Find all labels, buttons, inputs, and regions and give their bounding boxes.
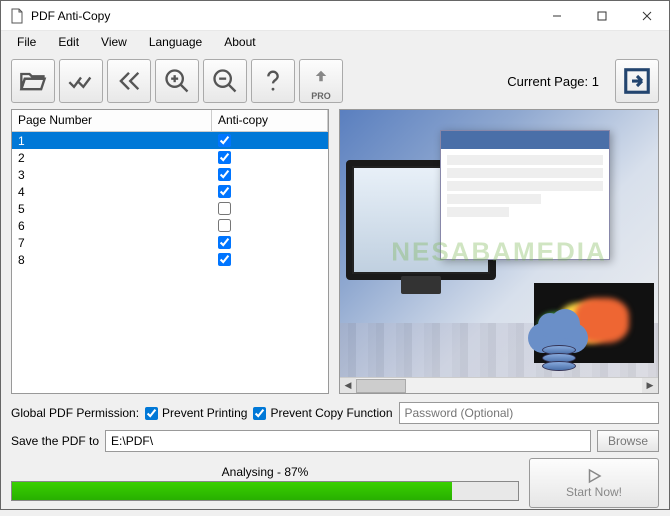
password-input[interactable] — [399, 402, 660, 424]
page-number-cell: 5 — [12, 202, 212, 216]
anticopy-checkbox[interactable] — [218, 202, 231, 215]
page-number-cell: 8 — [12, 253, 212, 267]
permission-label: Global PDF Permission: — [11, 406, 139, 420]
start-label: Start Now! — [566, 485, 622, 499]
arrow-up-icon — [309, 69, 333, 83]
zoom-in-button[interactable] — [155, 59, 199, 103]
progress-bar — [11, 481, 519, 501]
menu-about[interactable]: About — [214, 33, 265, 51]
anticopy-cell — [212, 253, 328, 266]
anticopy-cell — [212, 151, 328, 164]
table-row[interactable]: 7 — [12, 234, 328, 251]
prevent-printing-checkbox[interactable]: Prevent Printing — [145, 406, 247, 420]
title-bar: PDF Anti-Copy — [1, 1, 669, 31]
double-check-icon — [67, 67, 95, 95]
open-button[interactable] — [11, 59, 55, 103]
page-number-cell: 2 — [12, 151, 212, 165]
export-icon — [622, 66, 652, 96]
play-icon — [583, 467, 605, 485]
start-button[interactable]: Start Now! — [529, 458, 659, 508]
scroll-thumb[interactable] — [356, 379, 406, 393]
preview-window-graphic — [440, 130, 610, 260]
folder-open-icon — [19, 67, 47, 95]
help-button[interactable] — [251, 59, 295, 103]
anticopy-cell — [212, 202, 328, 215]
column-header-anticopy[interactable]: Anti-copy — [212, 110, 328, 131]
anticopy-checkbox[interactable] — [218, 151, 231, 164]
page-number-cell: 3 — [12, 168, 212, 182]
anticopy-cell — [212, 236, 328, 249]
page-number-cell: 4 — [12, 185, 212, 199]
page-table: Page Number Anti-copy 1 2 3 4 5 6 7 8 — [11, 109, 329, 394]
table-row[interactable]: 2 — [12, 149, 328, 166]
close-icon — [642, 11, 652, 21]
zoom-out-button[interactable] — [203, 59, 247, 103]
anticopy-checkbox[interactable] — [218, 219, 231, 232]
anticopy-cell — [212, 134, 328, 147]
browse-button[interactable]: Browse — [597, 430, 659, 452]
anticopy-checkbox[interactable] — [218, 168, 231, 181]
app-icon — [9, 8, 25, 24]
menu-edit[interactable]: Edit — [48, 33, 89, 51]
menu-bar: File Edit View Language About — [1, 31, 669, 53]
export-button[interactable] — [615, 59, 659, 103]
menu-language[interactable]: Language — [139, 33, 212, 51]
zoom-in-icon — [163, 67, 191, 95]
anticopy-checkbox[interactable] — [218, 134, 231, 147]
prevent-printing-label: Prevent Printing — [162, 406, 247, 420]
undo-button[interactable] — [107, 59, 151, 103]
save-path-label: Save the PDF to — [11, 434, 99, 448]
pro-label: PRO — [311, 91, 331, 101]
minimize-icon — [552, 11, 562, 21]
upgrade-pro-button[interactable]: PRO — [299, 59, 343, 103]
table-row[interactable]: 5 — [12, 200, 328, 217]
page-number-cell: 1 — [12, 134, 212, 148]
scroll-right-button[interactable]: ▶ — [642, 378, 658, 394]
scroll-left-button[interactable]: ◀ — [340, 378, 356, 394]
table-row[interactable]: 8 — [12, 251, 328, 268]
preview-pane: NESABAMEDIA ◀ ▶ — [339, 109, 659, 394]
check-all-button[interactable] — [59, 59, 103, 103]
prevent-copy-label: Prevent Copy Function — [270, 406, 392, 420]
double-back-icon — [115, 67, 143, 95]
table-row[interactable]: 1 — [12, 132, 328, 149]
toolbar: PRO Current Page: 1 — [1, 53, 669, 109]
prevent-copy-checkbox[interactable]: Prevent Copy Function — [253, 406, 392, 420]
anticopy-cell — [212, 168, 328, 181]
anticopy-checkbox[interactable] — [218, 185, 231, 198]
anticopy-checkbox[interactable] — [218, 253, 231, 266]
minimize-button[interactable] — [534, 1, 579, 30]
page-number-cell: 6 — [12, 219, 212, 233]
anticopy-cell — [212, 185, 328, 198]
anticopy-cell — [212, 219, 328, 232]
anticopy-checkbox[interactable] — [218, 236, 231, 249]
preview-cloud-db-graphic — [528, 323, 598, 383]
table-body: 1 2 3 4 5 6 7 8 — [12, 132, 328, 393]
page-number-cell: 7 — [12, 236, 212, 250]
preview-scrollbar[interactable]: ◀ ▶ — [340, 377, 658, 393]
column-header-page[interactable]: Page Number — [12, 110, 212, 131]
close-button[interactable] — [624, 1, 669, 30]
window-title: PDF Anti-Copy — [31, 9, 534, 23]
progress-label: Analysing - 87% — [11, 465, 519, 479]
zoom-out-icon — [211, 67, 239, 95]
save-path-input[interactable] — [105, 430, 591, 452]
maximize-icon — [597, 11, 607, 21]
menu-view[interactable]: View — [91, 33, 137, 51]
table-row[interactable]: 4 — [12, 183, 328, 200]
table-row[interactable]: 6 — [12, 217, 328, 234]
maximize-button[interactable] — [579, 1, 624, 30]
menu-file[interactable]: File — [7, 33, 46, 51]
question-icon — [259, 67, 287, 95]
table-row[interactable]: 3 — [12, 166, 328, 183]
current-page-label: Current Page: 1 — [507, 74, 599, 89]
